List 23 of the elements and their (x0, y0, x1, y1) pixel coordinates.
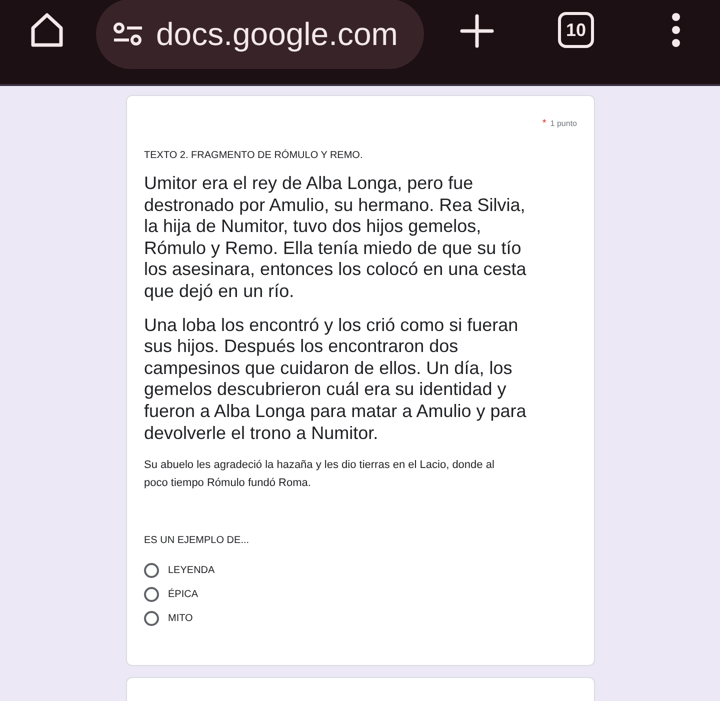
plus-icon (460, 14, 494, 48)
question-title: TEXTO 2. FRAGMENTO DE RÓMULO Y REMO. (144, 148, 364, 163)
story-paragraph: Umitor era el rey de Alba Longa, pero fue destronado por Amulio, su hermano. Rea Silvia, la hija de Numitor, tuvo dos hijos gemelos, Rómulo y Remo. Ella tenía miedo de que su tío los asesinara, entonces los colocó en una cesta que dejó en un río. (144, 173, 528, 303)
site-settings-icon[interactable] (113, 21, 143, 47)
tab-count-button[interactable]: 10 (558, 12, 594, 48)
option-label: LEYENDA (168, 564, 215, 578)
address-bar[interactable]: docs.google.com (96, 0, 424, 69)
story-paragraph: Una loba los encontró y los crió como si fueran sus hijos. Después los encontraron dos campesinos que cuidaron de ellos. Un día, los gemelos descubrieron cuál era su identidad y fueron a Alba Longa para matar a Amulio y para devolverle el trono a Numitor. (144, 314, 528, 444)
menu-button[interactable] (671, 13, 681, 47)
story-paragraph: Su abuelo les agradeció la hazaña y les dio tierras en el Lacio, donde al poco tiempo Rómulo fundó Roma. (144, 458, 496, 492)
home-button[interactable] (29, 12, 65, 48)
radio-button[interactable] (144, 587, 159, 602)
url-text: docs.google.com (156, 18, 398, 50)
option-label: ÉPICA (168, 587, 198, 602)
home-icon (29, 12, 65, 48)
more-icon (671, 13, 681, 47)
radio-button[interactable] (144, 563, 159, 578)
radio-button[interactable] (144, 611, 159, 626)
new-tab-button[interactable] (460, 14, 494, 48)
question-prompt: ES UN EJEMPLO DE... (144, 534, 250, 548)
option-label: MITO (168, 612, 193, 626)
required-asterisk: * (542, 117, 546, 131)
points-label: 1 punto (550, 118, 577, 130)
